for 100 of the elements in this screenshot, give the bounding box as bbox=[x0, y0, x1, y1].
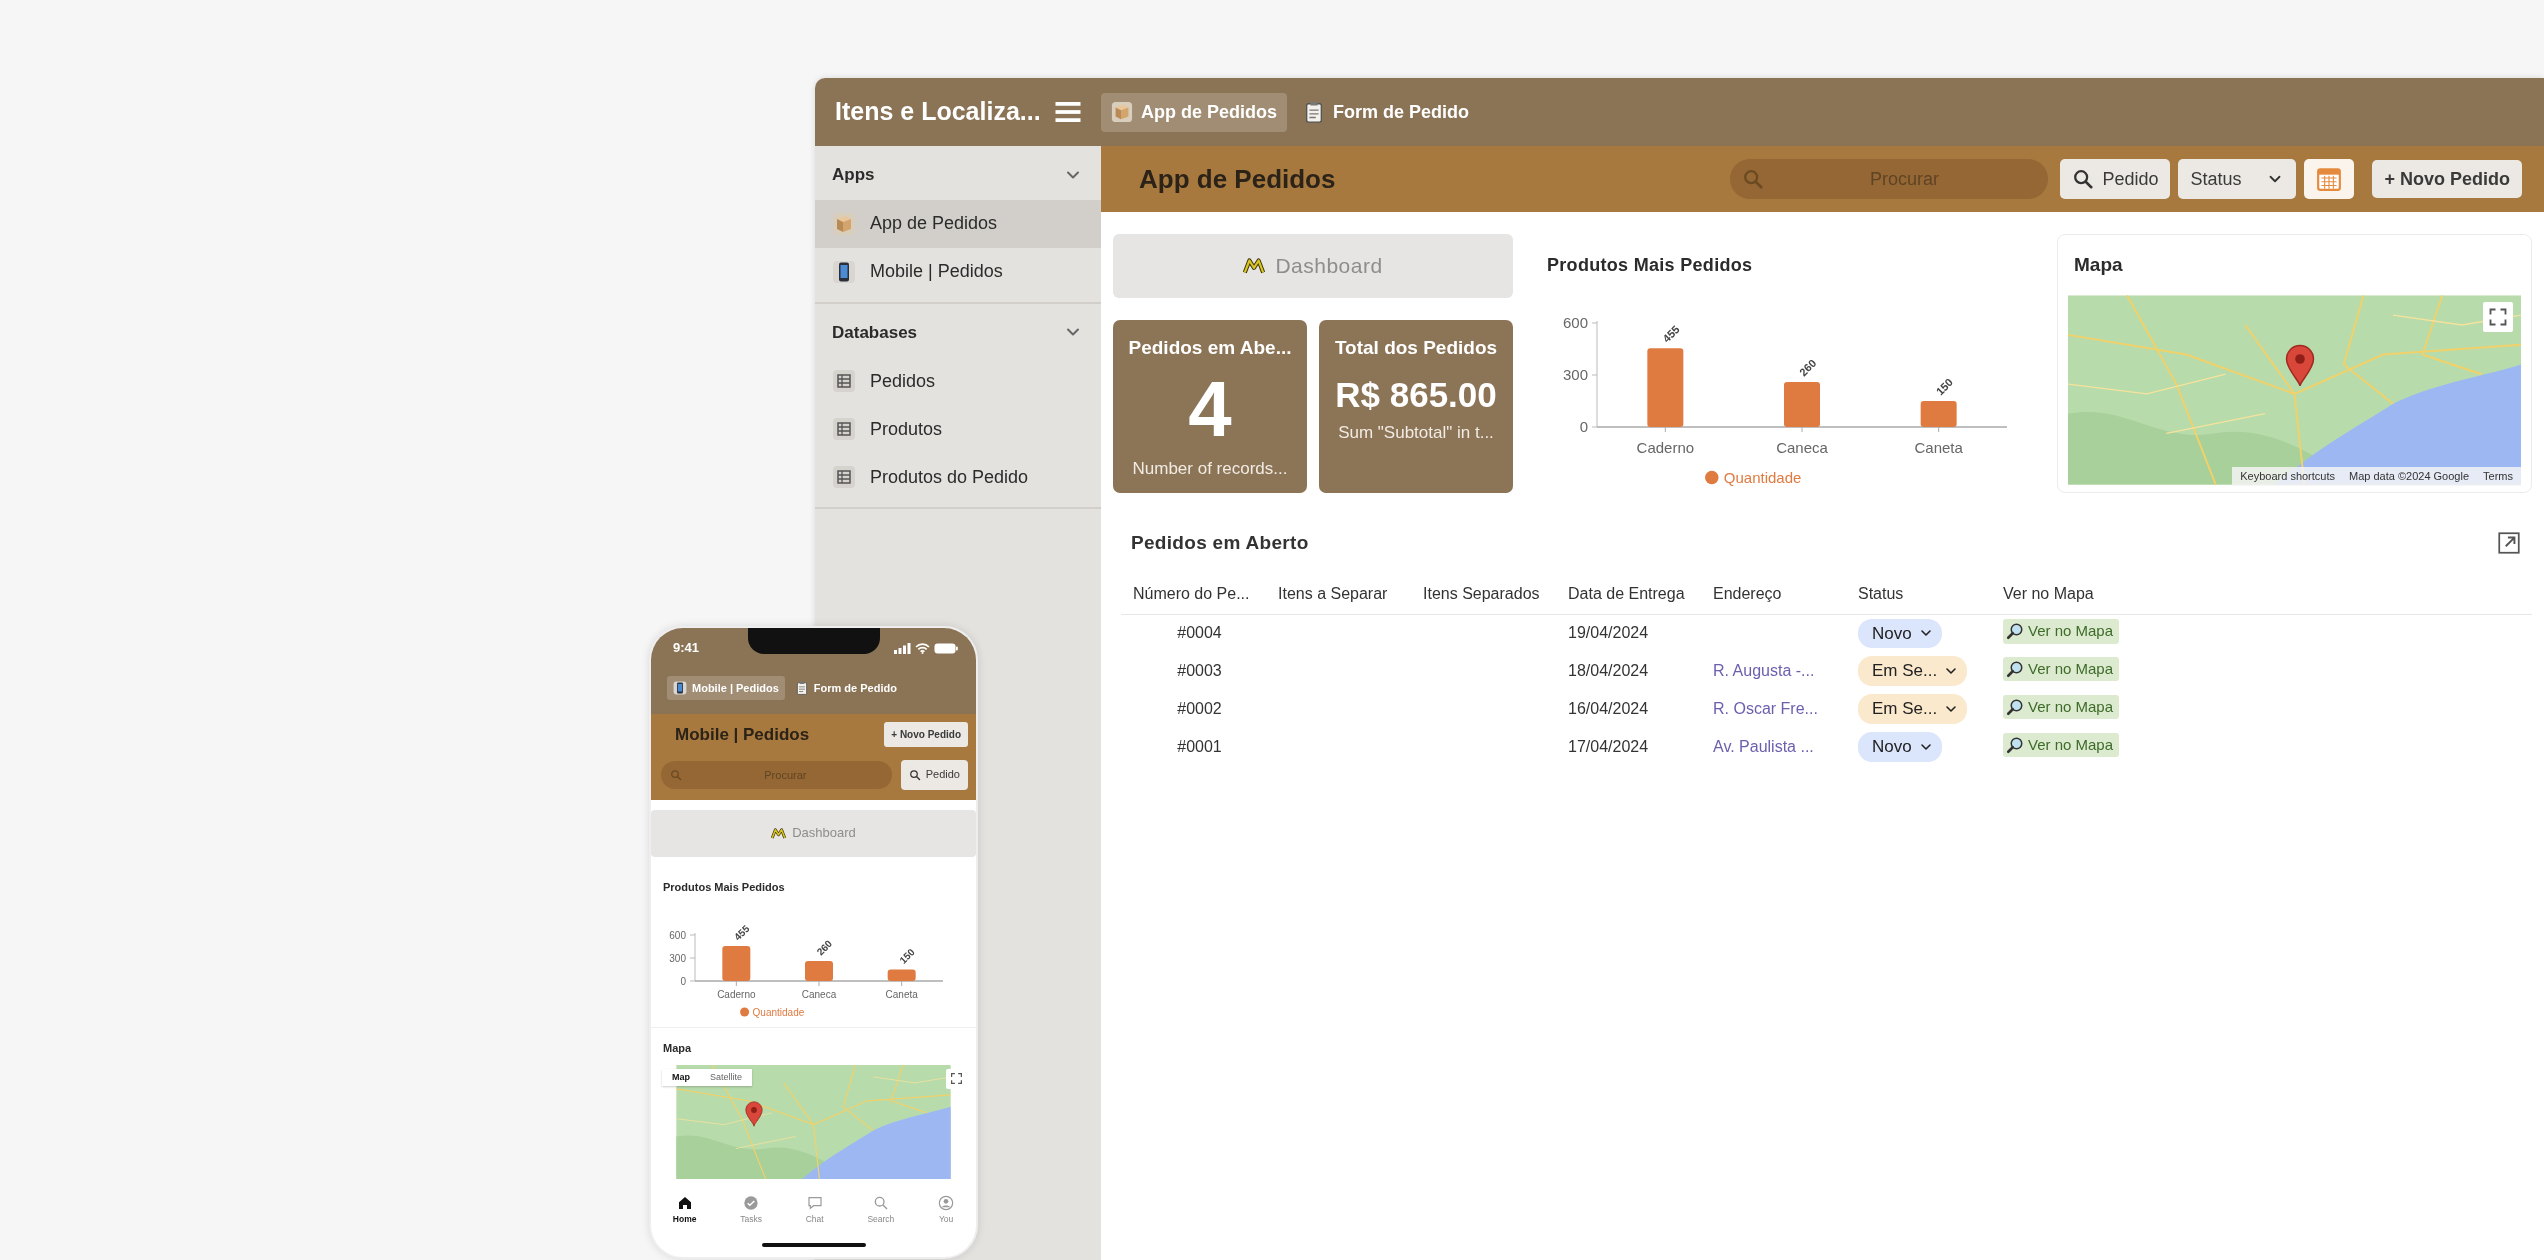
battery-icon bbox=[934, 642, 958, 654]
order-state-selector[interactable]: Novo bbox=[1858, 732, 1942, 762]
map-title: Mapa bbox=[2073, 253, 2124, 277]
order-number: #0004 bbox=[1121, 614, 1266, 652]
category-label: Caderno bbox=[717, 989, 756, 1000]
fullscreen-button[interactable] bbox=[2483, 301, 2513, 332]
address-link[interactable]: Av. Paulista ... bbox=[1713, 738, 1814, 755]
map-link-button[interactable]: Ver no Mapa bbox=[2003, 732, 2120, 758]
map-pin-icon bbox=[2285, 343, 2315, 387]
app-title: Itens e Localiza... bbox=[835, 96, 1041, 128]
bar bbox=[1784, 381, 1820, 427]
box-icon bbox=[1111, 101, 1133, 123]
dashboard-label: Dashboard bbox=[1275, 253, 1383, 280]
nav-tab[interactable]: Chat bbox=[801, 1194, 828, 1226]
nav-tab[interactable]: You bbox=[934, 1194, 959, 1226]
map-attribution-link[interactable]: Keyboard shortcuts bbox=[2240, 468, 2335, 485]
fullscreen-icon bbox=[949, 1072, 963, 1085]
page-title: App de Pedidos bbox=[1139, 162, 1336, 196]
map-link-button[interactable]: Ver no Mapa bbox=[2003, 656, 2120, 682]
order-state-selector[interactable]: Em Se... bbox=[1858, 656, 1968, 686]
map-title: Mapa bbox=[662, 1041, 693, 1056]
order-state-selector[interactable]: Em Se... bbox=[1858, 694, 1968, 724]
column-header: Data de Entrega bbox=[1556, 575, 1701, 614]
sidebar-item[interactable]: Produtos bbox=[815, 405, 1101, 453]
clipboard-icon bbox=[1303, 101, 1325, 123]
search-order-button[interactable]: Pedido bbox=[2060, 159, 2171, 199]
expand-icon[interactable] bbox=[2496, 530, 2522, 557]
magnifier-icon bbox=[2006, 660, 2024, 679]
column-header: Endereço bbox=[1701, 575, 1846, 614]
bar bbox=[722, 946, 751, 981]
app-tab[interactable]: Form de Pedido bbox=[788, 675, 903, 701]
nav-tab[interactable]: Tasks bbox=[736, 1194, 766, 1226]
order-number: #0001 bbox=[1176, 737, 1223, 757]
section-title: Databases bbox=[832, 321, 918, 344]
nav-tab[interactable]: Home bbox=[668, 1194, 701, 1226]
axis-tick-label: 300 bbox=[669, 952, 686, 964]
delivery-date: 16/04/2024 bbox=[1567, 699, 1650, 719]
axis-tick-label: 300 bbox=[1562, 366, 1588, 384]
nav-tab[interactable]: Search bbox=[863, 1194, 899, 1226]
legend-marker bbox=[740, 1007, 750, 1017]
axis-tick-label: 0 bbox=[680, 975, 686, 987]
delivery-date: 18/04/2024 bbox=[1567, 661, 1650, 681]
sidebar-item[interactable]: Pedidos bbox=[815, 357, 1101, 405]
order-number: #0002 bbox=[1176, 699, 1223, 719]
column-header: Status bbox=[1846, 575, 1991, 614]
axis-tick-label: 600 bbox=[669, 929, 686, 941]
calendar-icon bbox=[2316, 166, 2343, 192]
new-order-button[interactable]: + Novo Pedido bbox=[884, 722, 968, 748]
column-header: Número do Pe... bbox=[1121, 575, 1266, 614]
address-link[interactable]: R. Oscar Fre... bbox=[1713, 700, 1818, 717]
status-time: 9:41 bbox=[673, 639, 700, 658]
new-order-button[interactable]: + Novo Pedido bbox=[2372, 160, 2522, 198]
bar bbox=[1920, 401, 1957, 427]
section-title: Apps bbox=[832, 164, 875, 186]
stat-title: Total dos Pedidos bbox=[1334, 336, 1498, 360]
chart-title: Produtos Mais Pedidos bbox=[1547, 254, 1754, 277]
map-link-button[interactable]: Ver no Mapa bbox=[2003, 694, 2120, 720]
table-icon bbox=[832, 465, 856, 489]
dashboard-icon bbox=[771, 825, 787, 841]
sidebar-item[interactable]: App de Pedidos bbox=[815, 199, 1101, 248]
search-order-button[interactable]: Pedido bbox=[900, 759, 968, 790]
legend-marker bbox=[1705, 470, 1719, 485]
stat-caption: Sum "Subtotal" in t... bbox=[1338, 421, 1494, 444]
clipboard-icon bbox=[794, 681, 809, 695]
axis-tick-label: 0 bbox=[1579, 418, 1588, 436]
page-title: Mobile | Pedidos bbox=[675, 724, 810, 746]
chart-title: Produtos Mais Pedidos bbox=[663, 879, 786, 895]
value-label: 150 bbox=[1933, 375, 1956, 398]
category-label: Caneta bbox=[1914, 438, 1963, 456]
search-icon bbox=[2072, 168, 2095, 190]
search-icon bbox=[872, 1194, 889, 1211]
app-tab[interactable]: Form de Pedido bbox=[1293, 92, 1480, 132]
magnifier-icon bbox=[2006, 698, 2024, 717]
value-label: 455 bbox=[1660, 323, 1682, 345]
phone-icon bbox=[832, 259, 856, 284]
stat-title: Pedidos em Abe... bbox=[1128, 336, 1292, 360]
stat-value: R$ 865.00 bbox=[1335, 376, 1497, 412]
sidebar-item[interactable]: Produtos do Pedido bbox=[815, 453, 1101, 501]
map-mode-toggle[interactable]: Map bbox=[662, 1068, 700, 1086]
map-link-button[interactable]: Ver no Mapa bbox=[2003, 619, 2120, 644]
calendar-button[interactable] bbox=[2304, 159, 2355, 199]
table-icon bbox=[832, 369, 856, 393]
box-icon bbox=[832, 211, 856, 236]
column-header: Itens Separados bbox=[1411, 575, 1556, 614]
dashboard-label: Dashboard bbox=[792, 824, 856, 843]
order-state-selector[interactable]: Novo bbox=[1858, 618, 1942, 648]
bar bbox=[805, 961, 833, 981]
map-attribution-link[interactable]: Map data ©2024 Google bbox=[2349, 468, 2470, 485]
order-number: #0003 bbox=[1176, 661, 1223, 681]
category-label: Caneca bbox=[1776, 438, 1828, 456]
value-label: 455 bbox=[731, 922, 752, 943]
column-header: Ver no Mapa bbox=[1991, 575, 2532, 614]
category-label: Caderno bbox=[1636, 438, 1695, 456]
status-filter-dropdown[interactable]: Status bbox=[2178, 159, 2297, 199]
address-link[interactable]: R. Augusta -... bbox=[1713, 662, 1815, 679]
axis-tick-label: 600 bbox=[1562, 314, 1588, 332]
sidebar-item[interactable]: Mobile | Pedidos bbox=[815, 247, 1101, 296]
delivery-date: 19/04/2024 bbox=[1556, 614, 1701, 652]
legend-label: Quantidade bbox=[1723, 468, 1802, 486]
map-attribution-link[interactable]: Terms bbox=[2483, 468, 2513, 485]
